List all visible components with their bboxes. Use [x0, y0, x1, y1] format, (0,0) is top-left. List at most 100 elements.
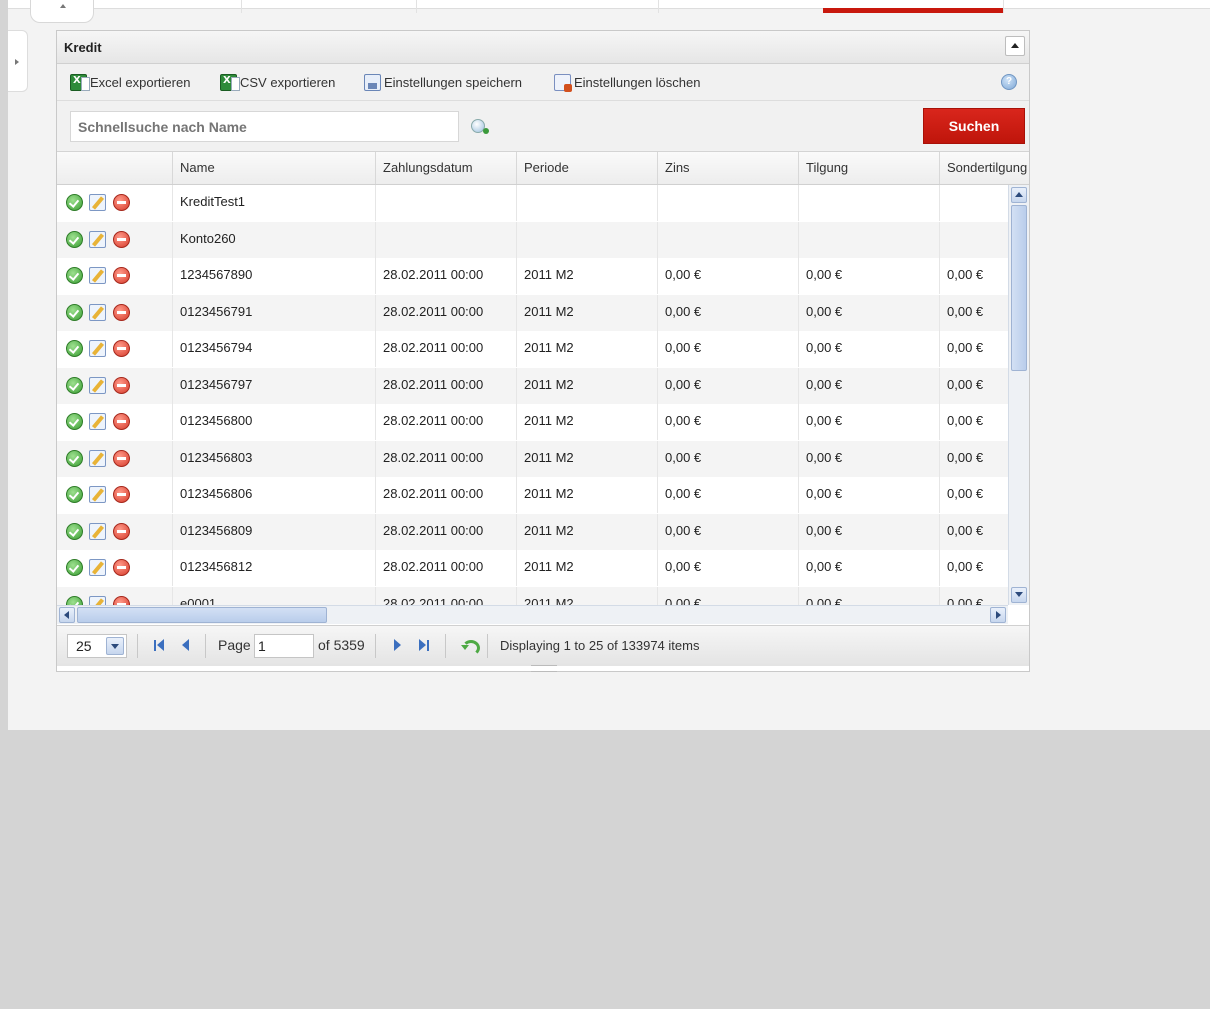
cell-sondertilgung: 0,00 €	[947, 559, 984, 574]
help-icon[interactable]: ?	[1001, 74, 1017, 90]
scroll-down-button[interactable]	[1011, 587, 1027, 603]
check-icon[interactable]	[66, 340, 83, 357]
current-page-input[interactable]: 1	[254, 634, 314, 658]
delete-icon[interactable]	[113, 340, 130, 357]
last-page-icon[interactable]	[417, 638, 431, 654]
search-button[interactable]: Suchen	[923, 108, 1025, 144]
cell-zahlungsdatum: 28.02.2011 00:00	[376, 258, 517, 294]
vertical-scrollbar[interactable]	[1008, 185, 1029, 605]
page-size-value: 25	[76, 638, 92, 654]
scroll-up-button[interactable]	[1011, 187, 1027, 203]
check-icon[interactable]	[66, 595, 83, 605]
cell-tilgung: 0,00 €	[799, 331, 940, 367]
resize-handle[interactable]	[531, 665, 557, 672]
edit-icon[interactable]	[89, 194, 106, 211]
delete-icon[interactable]	[113, 449, 130, 467]
table-row[interactable]: 0123456800 28.02.2011 00:00 2011 M2 0,00 €0…	[57, 404, 1008, 441]
edit-icon[interactable]	[89, 595, 106, 605]
table-row[interactable]: 0123456809 28.02.2011 00:00 2011 M2 0,00 €0…	[57, 513, 1008, 550]
column-header-tilgung[interactable]: Tilgung	[799, 152, 940, 184]
column-header-zins[interactable]: Zins	[658, 152, 799, 184]
horizontal-scroll-thumb[interactable]	[77, 607, 327, 623]
cell-sondertilgung: 0,00 €	[947, 303, 984, 319]
delete-icon[interactable]	[113, 267, 130, 284]
check-icon[interactable]	[66, 522, 83, 540]
cell-periode: 2011 M2	[517, 404, 658, 440]
expand-side-tab[interactable]	[8, 30, 28, 92]
scroll-left-button[interactable]	[59, 607, 75, 623]
column-header-sondertilgung[interactable]: Sondertilgung	[940, 152, 1029, 184]
table-row[interactable]: 0123456806 28.02.2011 00:00 2011 M2 0,00 €0…	[57, 477, 1008, 514]
row-actions	[57, 221, 173, 258]
table-row[interactable]: 0123456791 28.02.2011 00:00 2011 M2 0,00 €0…	[57, 294, 1008, 331]
table-row[interactable]: 0123456803 28.02.2011 00:00 2011 M2 0,00 €0…	[57, 440, 1008, 477]
search-input[interactable]	[70, 111, 459, 142]
refresh-icon[interactable]	[460, 637, 480, 656]
delete-icon[interactable]	[113, 559, 130, 576]
csv-export-button[interactable]: CSV exportieren	[220, 72, 335, 92]
cell-name: e0001	[173, 586, 376, 605]
delete-settings-icon	[554, 73, 572, 92]
check-icon[interactable]	[66, 194, 83, 211]
edit-icon[interactable]	[89, 486, 106, 503]
table-row[interactable]: 0123456797 28.02.2011 00:00 2011 M2 0,00 €0…	[57, 367, 1008, 404]
delete-icon[interactable]	[113, 413, 130, 430]
next-page-icon[interactable]	[391, 638, 405, 654]
edit-icon[interactable]	[89, 413, 106, 430]
page-size-select[interactable]: 25	[67, 634, 127, 658]
check-icon[interactable]	[66, 376, 83, 394]
check-icon[interactable]	[66, 303, 83, 321]
top-navigation-strip	[8, 0, 1210, 9]
collapse-panel-button[interactable]	[1005, 36, 1025, 56]
check-icon[interactable]	[66, 267, 83, 284]
pagination-bar: 25 Page 1 of 5359 Displaying 1 to 25 of …	[57, 625, 1029, 666]
edit-icon[interactable]	[89, 522, 106, 540]
csv-icon	[220, 73, 240, 91]
delete-icon[interactable]	[113, 595, 130, 605]
active-tab-indicator	[823, 8, 1003, 13]
check-icon[interactable]	[66, 230, 83, 248]
cell-periode: 2011 M2	[517, 513, 658, 550]
column-header-periode[interactable]: Periode	[517, 152, 658, 184]
edit-icon[interactable]	[89, 559, 106, 576]
edit-icon[interactable]	[89, 340, 106, 357]
delete-icon[interactable]	[113, 522, 130, 540]
table-row[interactable]: e0001 28.02.2011 00:00 2011 M2 0,00 €0,00 €…	[57, 586, 1008, 605]
table-row[interactable]: KreditTest1	[57, 185, 1008, 222]
edit-icon[interactable]	[89, 449, 106, 467]
delete-icon[interactable]	[113, 376, 130, 394]
table-row[interactable]: Konto260	[57, 221, 1008, 258]
edit-icon[interactable]	[89, 376, 106, 394]
chevron-down-icon[interactable]	[106, 637, 124, 655]
scroll-right-button[interactable]	[990, 607, 1006, 623]
check-icon[interactable]	[66, 559, 83, 576]
collapse-top-tab[interactable]	[30, 0, 94, 23]
edit-icon[interactable]	[89, 230, 106, 248]
table-row[interactable]: 1234567890 28.02.2011 00:00 2011 M2 0,00 €0…	[57, 258, 1008, 295]
save-settings-button[interactable]: Einstellungen speichern	[364, 72, 522, 92]
column-header-zahlungsdatum[interactable]: Zahlungsdatum	[376, 152, 517, 184]
cell-tilgung: 0,00 €	[799, 258, 940, 294]
horizontal-scrollbar[interactable]	[57, 605, 1008, 624]
edit-icon[interactable]	[89, 267, 106, 284]
cell-tilgung	[799, 185, 940, 221]
check-icon[interactable]	[66, 449, 83, 467]
delete-icon[interactable]	[113, 230, 130, 248]
search-icon[interactable]	[471, 119, 489, 134]
delete-icon[interactable]	[113, 194, 130, 211]
excel-export-label: Excel exportieren	[90, 74, 191, 90]
vertical-scroll-thumb[interactable]	[1011, 205, 1027, 371]
first-page-icon[interactable]	[153, 638, 167, 654]
excel-export-button[interactable]: Excel exportieren	[70, 72, 190, 92]
table-row[interactable]: 0123456812 28.02.2011 00:00 2011 M2 0,00 €0…	[57, 550, 1008, 587]
table-row[interactable]: 0123456794 28.02.2011 00:00 2011 M2 0,00 €0…	[57, 331, 1008, 368]
delete-icon[interactable]	[113, 486, 130, 503]
delete-icon[interactable]	[113, 303, 130, 321]
check-icon[interactable]	[66, 486, 83, 503]
cell-name: 0123456812	[173, 550, 376, 586]
column-header-name[interactable]: Name	[173, 152, 376, 184]
previous-page-icon[interactable]	[179, 638, 193, 654]
delete-settings-button[interactable]: Einstellungen löschen	[554, 72, 700, 92]
check-icon[interactable]	[66, 413, 83, 430]
edit-icon[interactable]	[89, 303, 106, 321]
